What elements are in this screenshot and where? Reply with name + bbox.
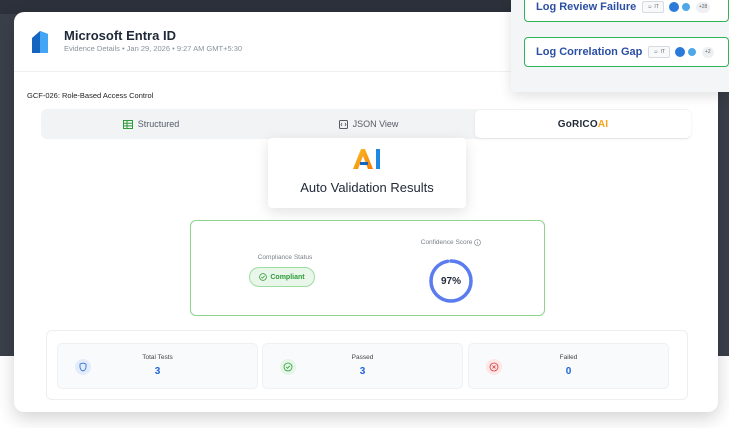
stat-label: Total Tests: [142, 354, 173, 361]
more-count: +28: [695, 1, 711, 13]
issue-card-log-review-failure[interactable]: Log Review Failure ☺ IT +28: [524, 0, 729, 22]
department-tag-text: IT: [654, 4, 659, 10]
test-stats: Total Tests 3 Passed 3 Failed 0: [46, 330, 688, 400]
avatar: [680, 2, 691, 12]
department-tag: ☺ IT: [648, 46, 670, 58]
view-tabs: Structured JSON View GoRICO AI: [41, 109, 691, 139]
user-icon: ☺: [647, 4, 653, 10]
user-icon: ☺: [653, 49, 659, 55]
tab-gorico-ai[interactable]: GoRICO AI: [475, 110, 691, 138]
compliance-status-label: Compliance Status: [257, 254, 313, 261]
compliance-status-badge: Compliant: [249, 267, 315, 287]
issue-card-log-correlation-gap[interactable]: Log Correlation Gap ☺ IT +2: [524, 37, 729, 67]
department-tag: ☺ IT: [642, 1, 664, 13]
avatar: [674, 47, 685, 57]
stat-label: Failed: [559, 354, 578, 361]
check-circle-icon: [259, 273, 268, 281]
info-icon[interactable]: [474, 239, 482, 246]
tab-ai-label: GoRICO: [557, 118, 598, 130]
control-id-label: GCF-026: Role-Based Access Control: [27, 91, 154, 100]
auto-validation-card: Auto Validation Results: [268, 138, 466, 208]
avatar: [686, 47, 697, 57]
app-title: Microsoft Entra ID: [64, 28, 176, 43]
app-subtitle: Evidence Details • Jan 29, 2026 • 9:27 A…: [64, 44, 243, 53]
stat-value: 3: [359, 366, 366, 377]
tab-json-label: JSON View: [352, 119, 399, 129]
more-count: +2: [701, 46, 714, 58]
tab-structured-label: Structured: [137, 119, 180, 129]
avatar: [668, 2, 679, 12]
stat-failed: Failed 0: [468, 343, 669, 389]
stat-passed: Passed 3: [262, 343, 463, 389]
compliance-status-value: Compliant: [270, 273, 305, 281]
stat-value: 3: [154, 366, 161, 377]
stat-label: Passed: [351, 354, 374, 361]
ai-logo-icon: [353, 149, 380, 169]
department-tag-text: IT: [660, 49, 665, 55]
confidence-score-value: 97%: [440, 275, 461, 287]
stat-value: 0: [565, 366, 572, 377]
validation-results-box: Compliance Status Compliant Confidence S…: [190, 220, 545, 316]
entra-logo-icon: [32, 31, 48, 53]
confidence-score-label: Confidence Score: [401, 239, 501, 246]
confidence-score-text: Confidence Score: [420, 239, 473, 247]
tab-json-view[interactable]: JSON View: [261, 109, 476, 139]
issue-card-title: Log Review Failure: [536, 1, 637, 13]
tab-ai-suffix: AI: [597, 118, 609, 130]
code-icon: [338, 119, 348, 129]
issue-card-title: Log Correlation Gap: [536, 46, 643, 58]
auto-validation-title: Auto Validation Results: [300, 180, 434, 195]
tab-structured[interactable]: Structured: [41, 109, 261, 139]
stat-total-tests: Total Tests 3: [57, 343, 258, 389]
table-icon: [122, 119, 133, 129]
